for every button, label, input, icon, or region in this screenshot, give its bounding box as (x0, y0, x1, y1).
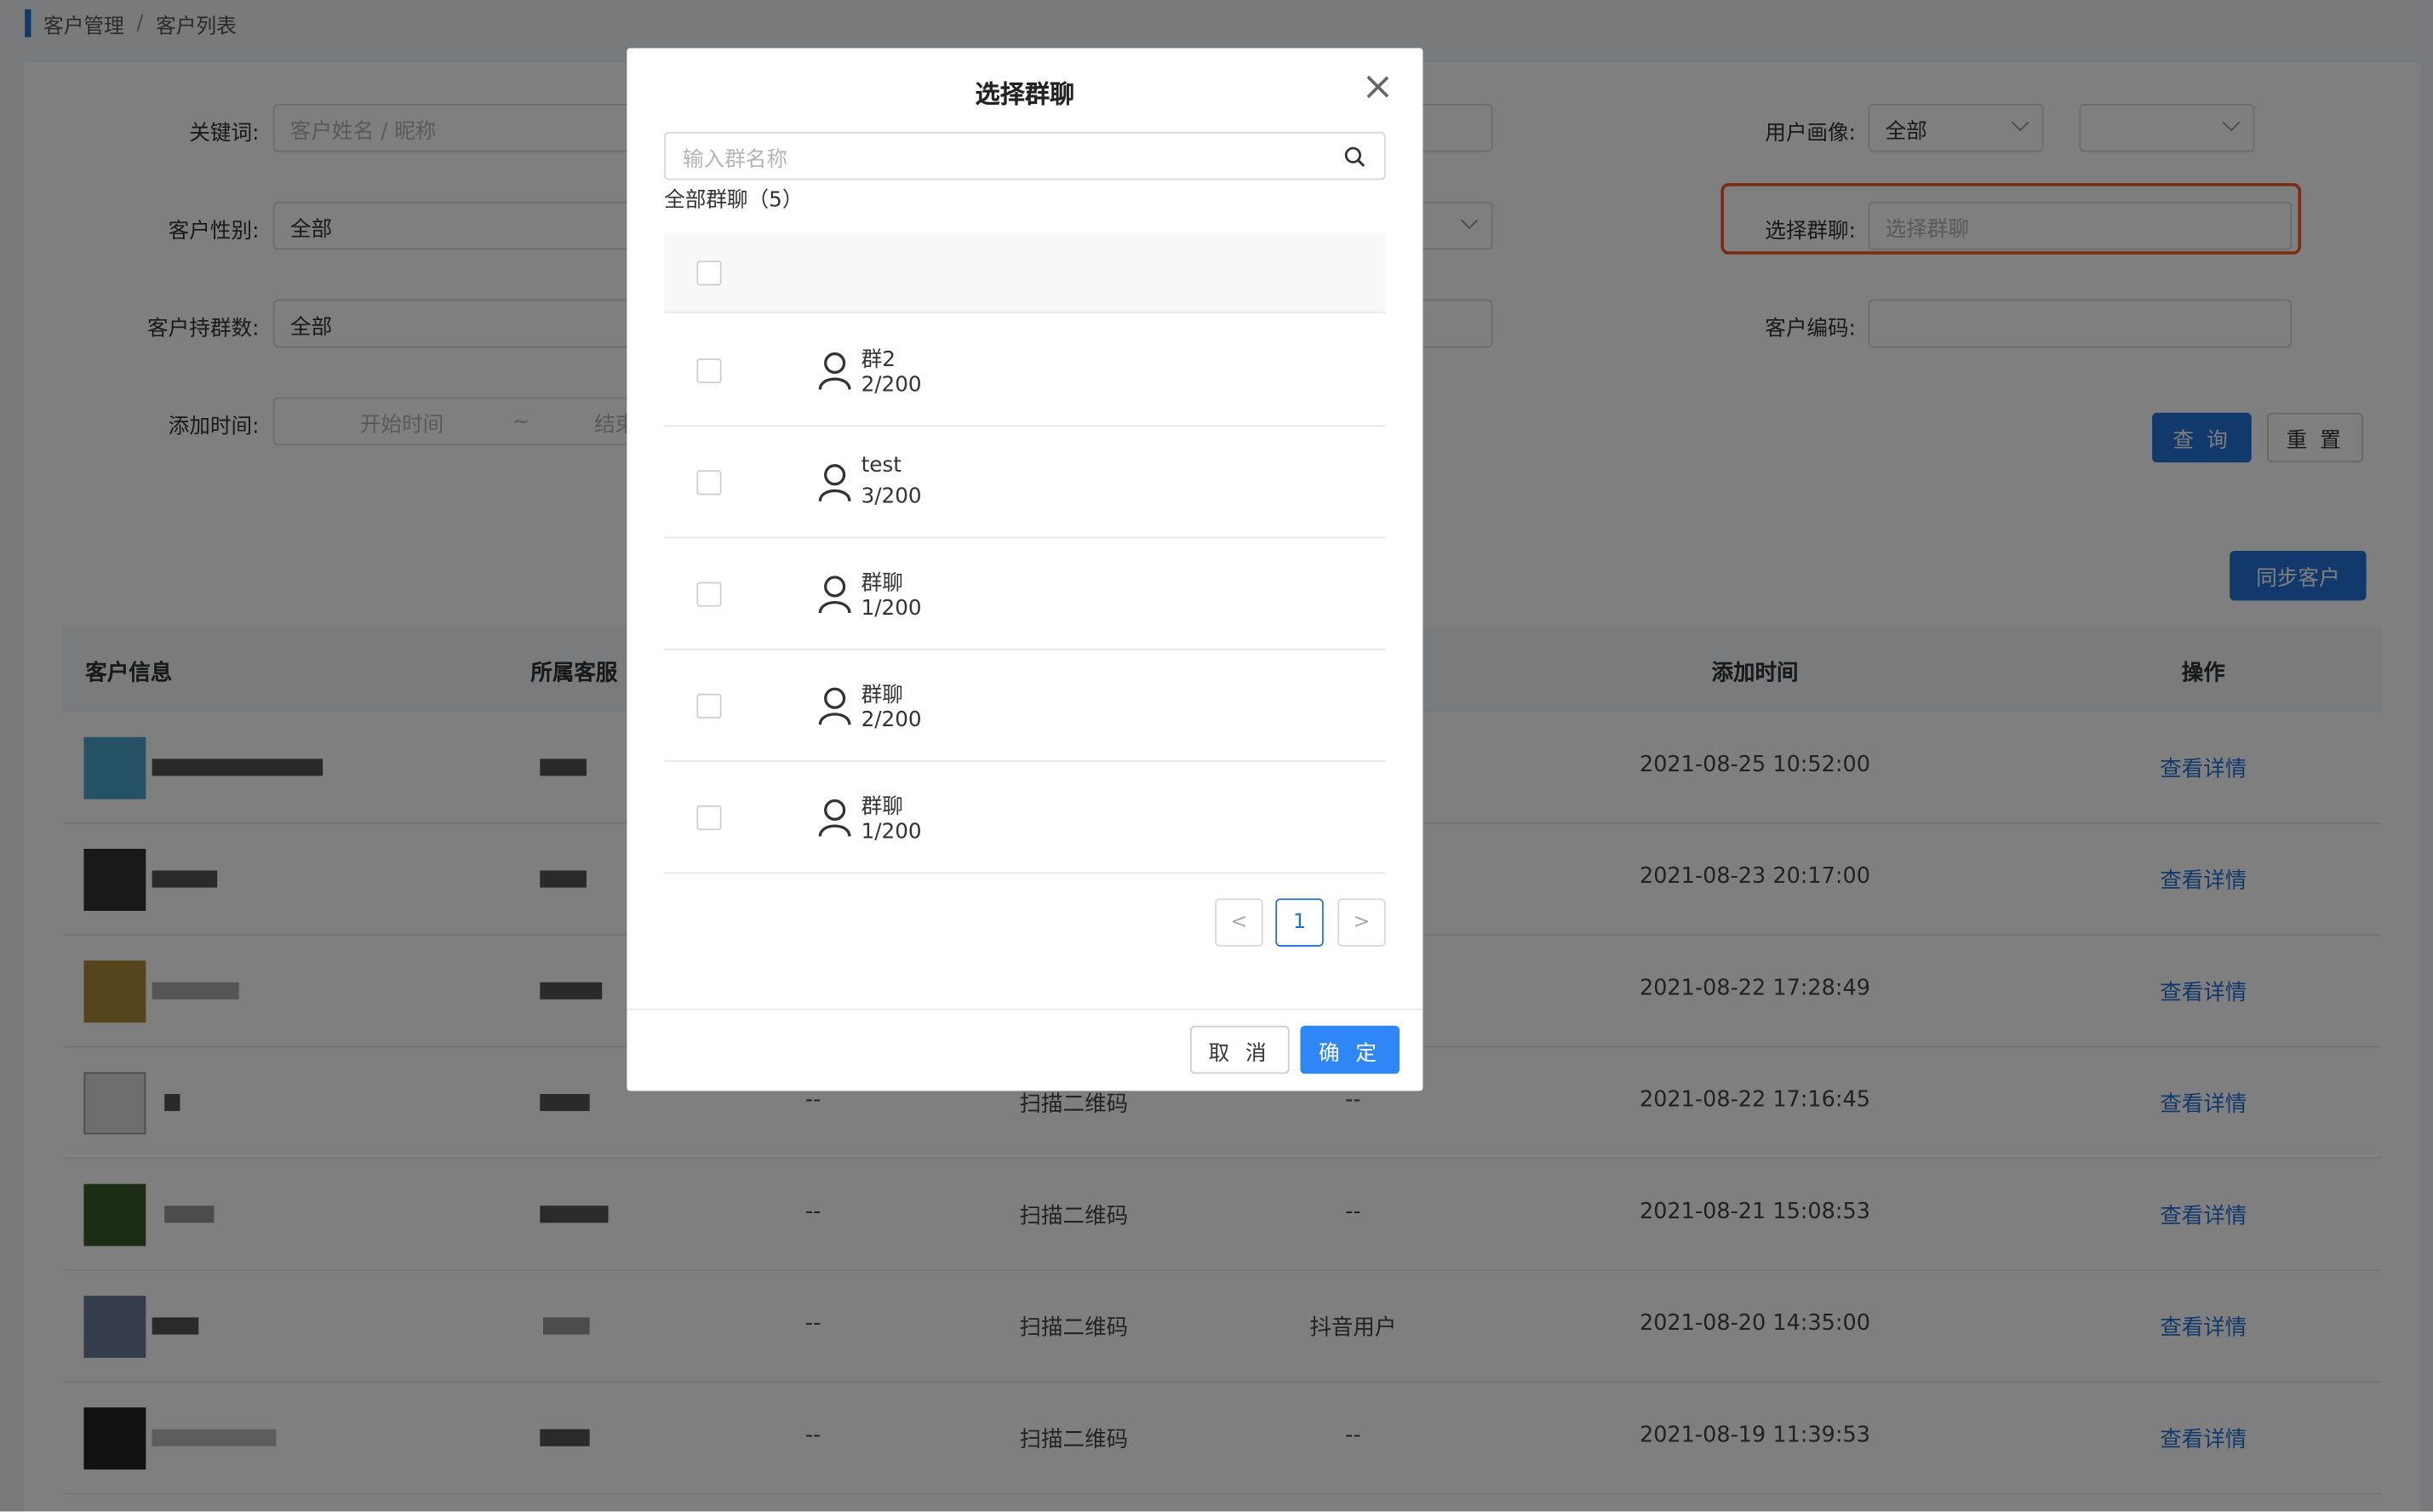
group-member-count: 1/200 (861, 819, 922, 845)
group-name: 群聊 (861, 682, 903, 708)
dialog-footer-divider (627, 1008, 1423, 1011)
confirm-button[interactable]: 确 定 (1300, 1025, 1400, 1074)
group-checkbox[interactable] (696, 693, 722, 719)
select-all-checkbox[interactable] (696, 261, 722, 286)
user-icon (818, 352, 851, 390)
group-checkbox[interactable] (696, 805, 722, 831)
select-group-chat-dialog: 选择群聊 输入群名称 全部群聊（5） 群2 2/200 test 3/200 群… (627, 48, 1423, 1091)
group-list-item[interactable]: 群聊 2/200 (664, 650, 1386, 762)
group-name: 群聊 (861, 570, 903, 596)
group-list-item[interactable]: 群聊 1/200 (664, 538, 1386, 650)
search-icon[interactable] (1343, 146, 1365, 168)
user-icon (818, 464, 851, 502)
user-icon (818, 576, 851, 614)
group-total-count: 全部群聊（5） (664, 187, 804, 213)
group-name: 群聊 (861, 794, 903, 820)
group-list-item[interactable]: 群聊 1/200 (664, 762, 1386, 874)
group-member-count: 3/200 (861, 484, 922, 509)
group-search-placeholder: 输入群名称 (682, 146, 788, 172)
group-list-header (664, 232, 1386, 314)
group-member-count: 2/200 (861, 707, 922, 733)
group-member-count: 1/200 (861, 595, 922, 621)
close-icon[interactable] (1367, 76, 1389, 98)
dialog-title: 选择群聊 (975, 78, 1075, 109)
pagination-prev-button[interactable]: < (1215, 898, 1263, 947)
group-list-item[interactable]: test 3/200 (664, 427, 1386, 539)
pagination-next-button[interactable]: > (1337, 898, 1386, 947)
group-search-input[interactable]: 输入群名称 (664, 131, 1386, 180)
group-name: 群2 (861, 347, 896, 373)
group-name: test (861, 453, 902, 478)
user-icon (818, 687, 851, 725)
group-list-item[interactable]: 群2 2/200 (664, 315, 1386, 427)
group-checkbox[interactable] (696, 581, 722, 607)
group-member-count: 2/200 (861, 372, 922, 398)
group-checkbox[interactable] (696, 470, 722, 495)
user-icon (818, 799, 851, 837)
group-checkbox[interactable] (696, 358, 722, 384)
cancel-button[interactable]: 取 消 (1190, 1025, 1290, 1074)
app-root: 客户管理 / 客户列表 关键词: 客户姓名 / 昵称 客户性别: 全部 客户持群… (0, 0, 2433, 1512)
pagination-page-1[interactable]: 1 (1275, 898, 1324, 947)
